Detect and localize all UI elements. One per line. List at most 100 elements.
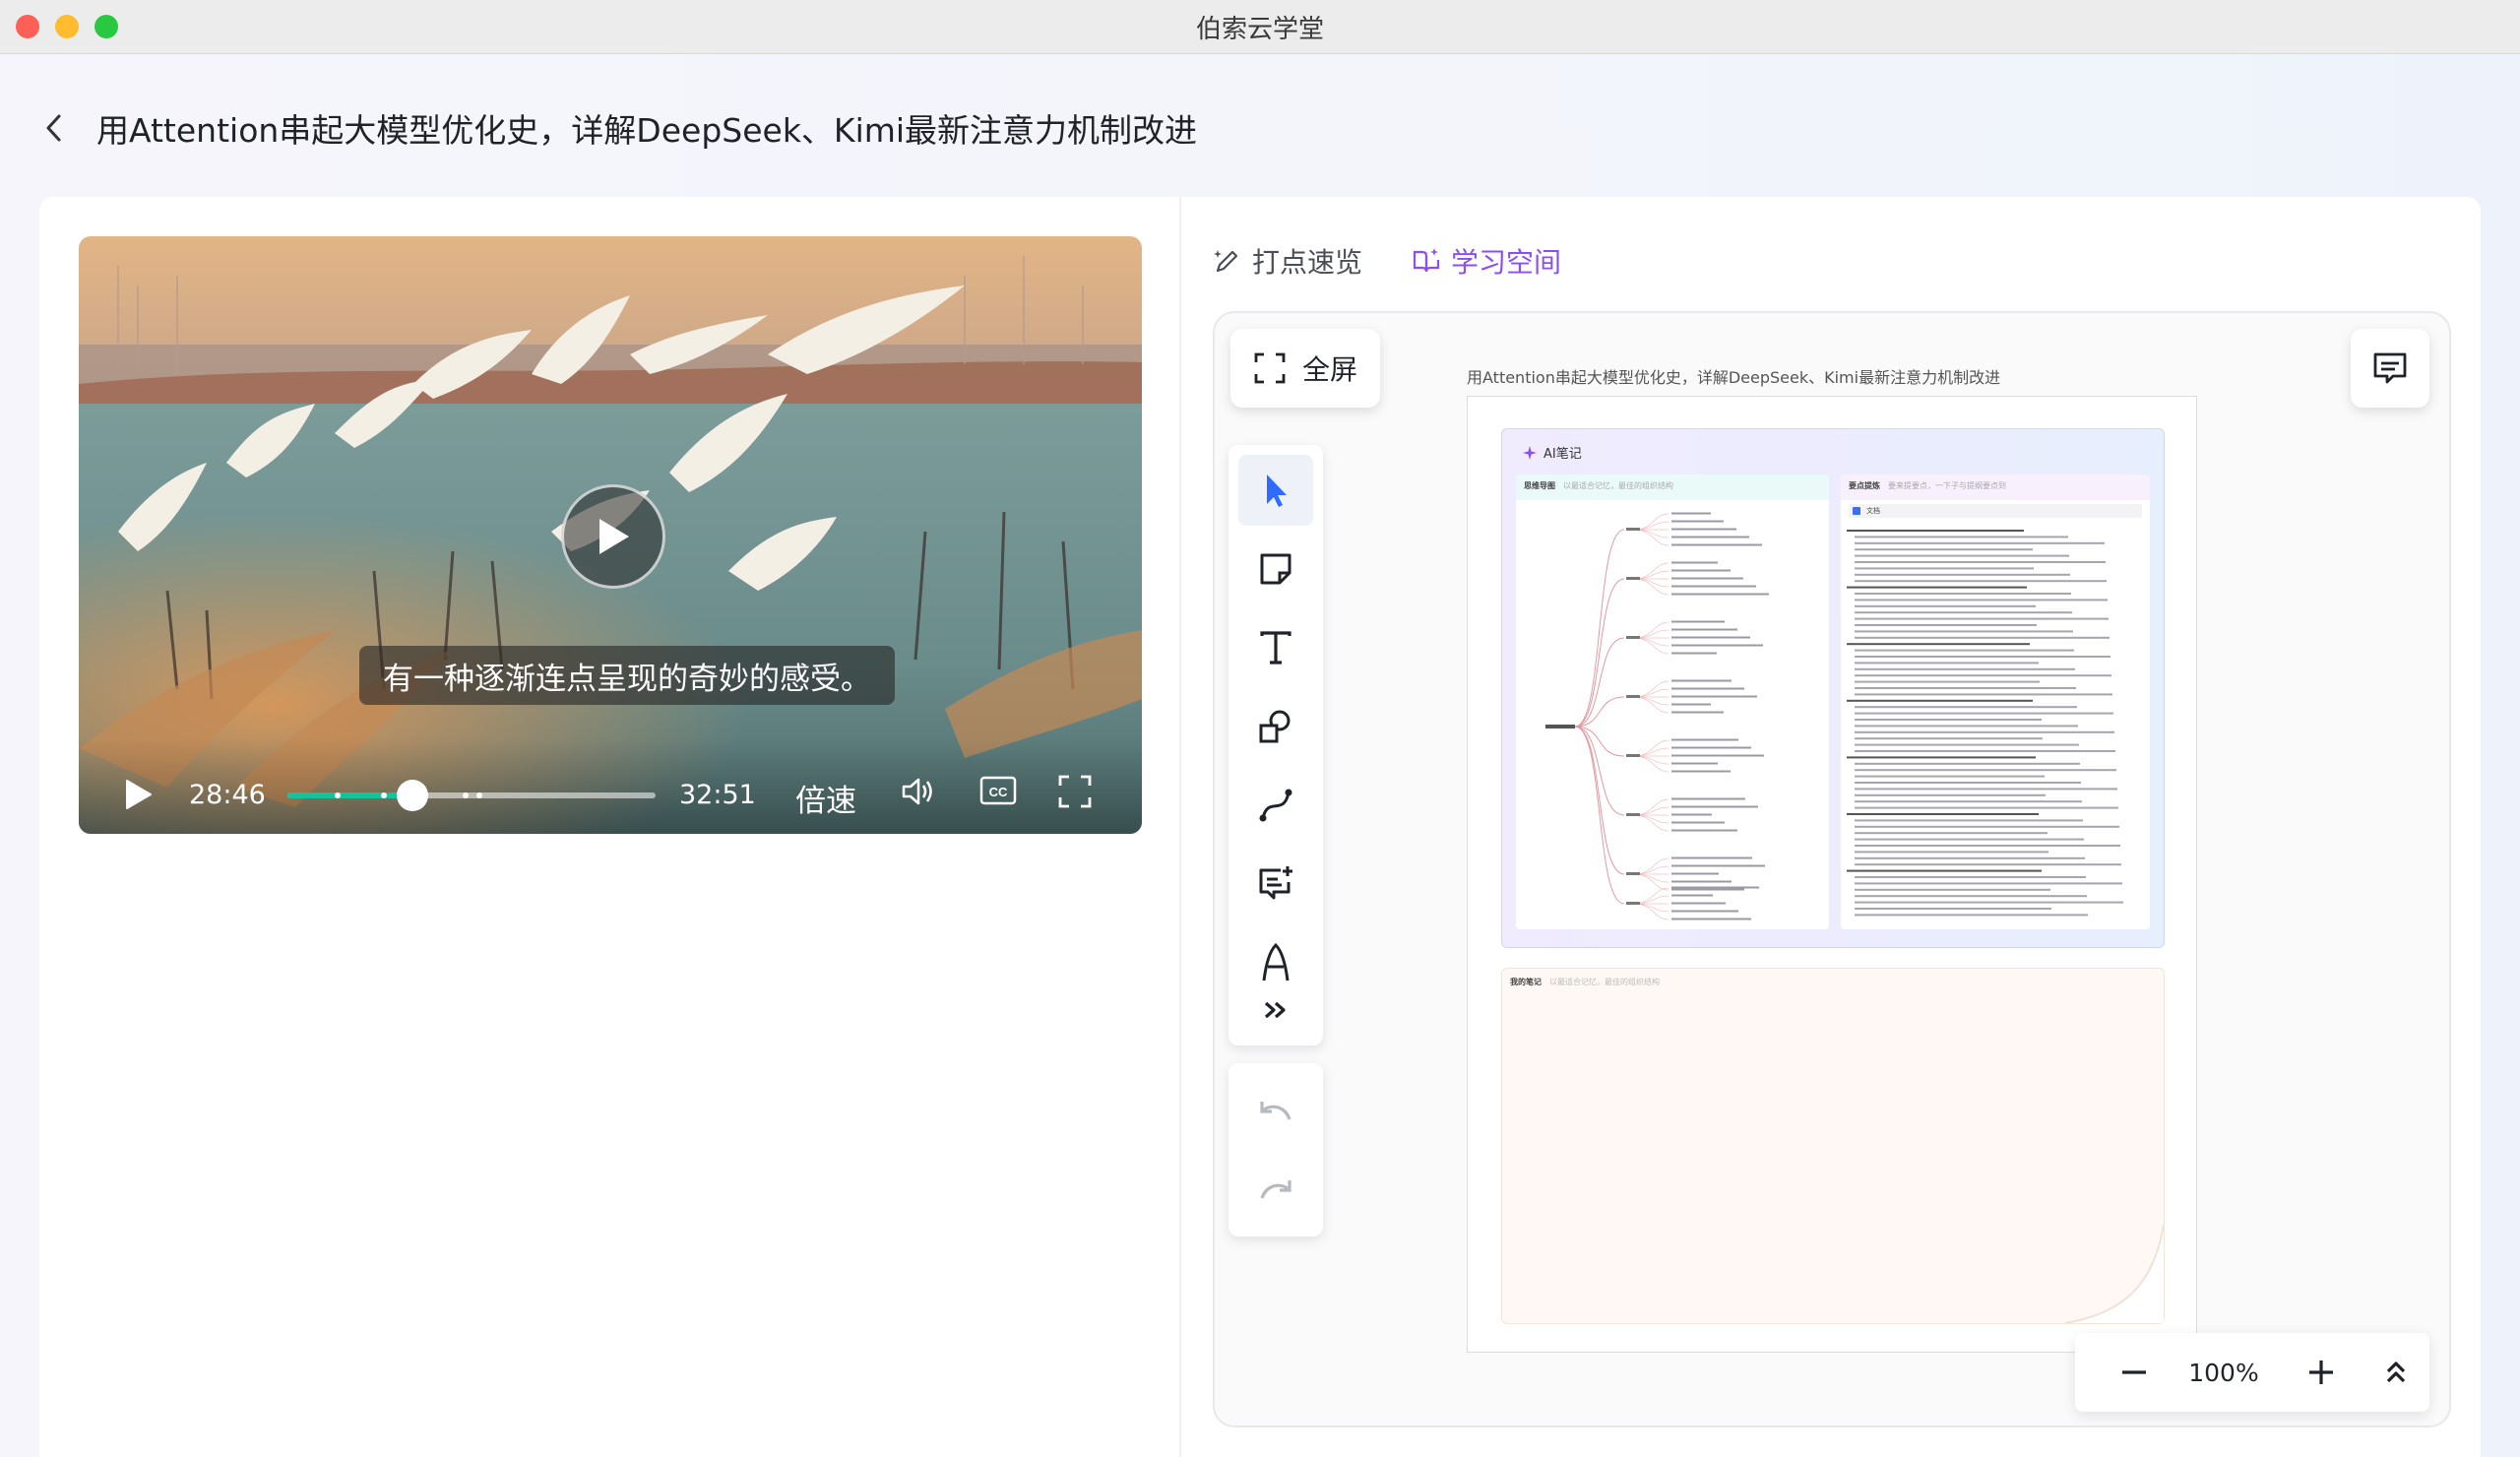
- mindmap-branch: [1671, 577, 1743, 580]
- keypoint-line: [1847, 643, 2030, 646]
- maximize-window-button[interactable]: [94, 15, 118, 38]
- keypoint-line: [1855, 674, 2111, 677]
- progress-bar[interactable]: [287, 780, 656, 811]
- video-player[interactable]: 有一种逐渐连点呈现的奇妙的感受。 28:46 32:51 倍速 CC: [79, 236, 1142, 834]
- chapter-marker[interactable]: [381, 792, 387, 798]
- video-fullscreen-button[interactable]: [1057, 774, 1093, 813]
- tab-bookmarks[interactable]: 打点速览: [1213, 241, 1362, 281]
- keypoint-line: [1855, 743, 2079, 746]
- document-page[interactable]: AI笔记 思维导图 以最适合记忆，最佳的组织结构 要点提炼 要来提要点，一下子与提纲…: [1467, 396, 2197, 1353]
- keypoint-line: [1847, 756, 2036, 759]
- mindmap-branch: [1626, 577, 1640, 580]
- collapse-zoom-button[interactable]: [2372, 1349, 2420, 1396]
- mindmap-pane[interactable]: 思维导图 以最适合记忆，最佳的组织结构: [1516, 475, 1829, 929]
- keypoint-line: [1855, 719, 2042, 721]
- zoom-in-button[interactable]: [2298, 1349, 2345, 1396]
- keypoints-pane[interactable]: 要点提炼 要来提要点，一下子与提纲要点到 文档: [1841, 475, 2150, 929]
- keypoints-doc-tab[interactable]: 文档: [1849, 504, 2142, 518]
- connector-tool[interactable]: [1238, 770, 1313, 841]
- keypoint-line: [1855, 624, 2037, 626]
- video-controls: 28:46 32:51 倍速 CC: [79, 738, 1142, 834]
- keypoint-line: [1855, 914, 2088, 917]
- mindmap-branch: [1626, 813, 1640, 816]
- double-chevron-up-icon: [2386, 1362, 2406, 1383]
- study-workspace[interactable]: 全屏 用Attention串起大模型优化史，详解DeepSeek、Kimi最新注…: [1213, 311, 2451, 1427]
- keypoint-line: [1855, 775, 2045, 778]
- keypoint-line: [1855, 617, 2109, 620]
- mindmap-branch: [1574, 529, 1625, 728]
- video-subtitle: 有一种逐渐连点呈现的奇妙的感受。: [359, 646, 895, 705]
- keypoint-line: [1855, 706, 2077, 709]
- fullscreen-icon: [1254, 352, 1286, 384]
- close-window-button[interactable]: [16, 15, 39, 38]
- mindmap-title: 思维导图: [1524, 481, 1555, 490]
- fullscreen-label: 全屏: [1301, 353, 1357, 386]
- text-tool[interactable]: [1238, 612, 1313, 683]
- keypoint-line: [1855, 693, 2112, 696]
- mindmap-branch: [1671, 797, 1745, 800]
- mindmap-branch: [1671, 512, 1711, 515]
- play-button[interactable]: [124, 778, 154, 815]
- keypoint-line: [1847, 586, 2027, 589]
- comment-icon: [2373, 352, 2407, 384]
- my-notes-hint: 以最适合记忆，最佳的组织结构: [1549, 978, 1660, 986]
- keypoint-line: [1855, 876, 2086, 878]
- keypoint-line: [1855, 788, 2117, 791]
- zoom-controls: 100%: [2075, 1333, 2429, 1412]
- captions-button[interactable]: CC: [978, 774, 1018, 811]
- mindmap-branch: [1671, 805, 1758, 808]
- progress-fill: [287, 792, 412, 798]
- svg-text:CC: CC: [989, 785, 1008, 799]
- mindmap-branch: [1633, 529, 1670, 546]
- keypoint-line: [1855, 769, 2116, 772]
- more-tools-button[interactable]: [1238, 981, 1313, 1040]
- add-comment-tool[interactable]: [1238, 849, 1313, 919]
- mindmap-branch: [1671, 856, 1752, 859]
- total-time: 32:51: [679, 780, 756, 810]
- select-tool[interactable]: [1238, 455, 1313, 526]
- pointer-icon: [1267, 475, 1287, 507]
- volume-icon: [902, 778, 932, 805]
- keypoint-line: [1855, 554, 2069, 557]
- mindmap-branch: [1671, 543, 1762, 546]
- mindmap-branch: [1671, 652, 1717, 655]
- minimize-window-button[interactable]: [55, 15, 79, 38]
- mindmap-branch: [1633, 513, 1670, 531]
- mindmap-branch: [1671, 902, 1726, 905]
- volume-button[interactable]: [900, 774, 937, 813]
- mindmap-branch: [1633, 562, 1670, 580]
- plus-icon: [2309, 1361, 2333, 1384]
- mindmap-hint: 以最适合记忆，最佳的组织结构: [1563, 481, 1673, 490]
- comments-button[interactable]: [2351, 329, 2429, 408]
- mindmap-branch: [1671, 754, 1764, 757]
- tab-study-space[interactable]: 学习空间: [1412, 241, 1561, 281]
- double-chevron-right-icon: [1264, 1001, 1286, 1019]
- document-caption: 用Attention串起大模型优化史，详解DeepSeek、Kimi最新注意力机…: [1467, 368, 2001, 387]
- mindmap-branch: [1633, 621, 1670, 639]
- redo-button[interactable]: [1238, 1154, 1313, 1225]
- chapter-marker[interactable]: [476, 792, 482, 798]
- play-icon: [126, 780, 152, 809]
- speed-button[interactable]: 倍速: [795, 776, 856, 820]
- my-notes-card[interactable]: 我的笔记 以最适合记忆，最佳的组织结构: [1501, 968, 2165, 1324]
- keypoint-line: [1855, 851, 2048, 854]
- mindmap-branch: [1626, 695, 1640, 698]
- progress-knob[interactable]: [397, 780, 428, 811]
- page-header: 用Attention串起大模型优化史，详解DeepSeek、Kimi最新注意力机…: [39, 98, 1197, 158]
- play-overlay-button[interactable]: [561, 484, 665, 589]
- shapes-icon: [1259, 710, 1291, 743]
- ai-notes-card[interactable]: AI笔记 思维导图 以最适合记忆，最佳的组织结构 要点提炼 要来提要点，一下子与提纲…: [1501, 428, 2165, 948]
- pen-sparkle-icon: [1214, 250, 1238, 273]
- sticky-note-tool[interactable]: [1238, 534, 1313, 604]
- chapter-marker[interactable]: [463, 792, 469, 798]
- zoom-out-button[interactable]: [2110, 1349, 2158, 1396]
- back-button[interactable]: [39, 108, 69, 148]
- undo-button[interactable]: [1238, 1075, 1313, 1146]
- ai-notes-title: AI笔记: [1522, 443, 1582, 462]
- mindmap-branch: [1633, 857, 1670, 875]
- keypoint-line: [1855, 662, 2039, 665]
- fullscreen-button[interactable]: 全屏: [1230, 329, 1380, 408]
- shape-tool[interactable]: [1238, 691, 1313, 762]
- mindmap-branch: [1671, 821, 1725, 824]
- chapter-marker[interactable]: [335, 792, 341, 798]
